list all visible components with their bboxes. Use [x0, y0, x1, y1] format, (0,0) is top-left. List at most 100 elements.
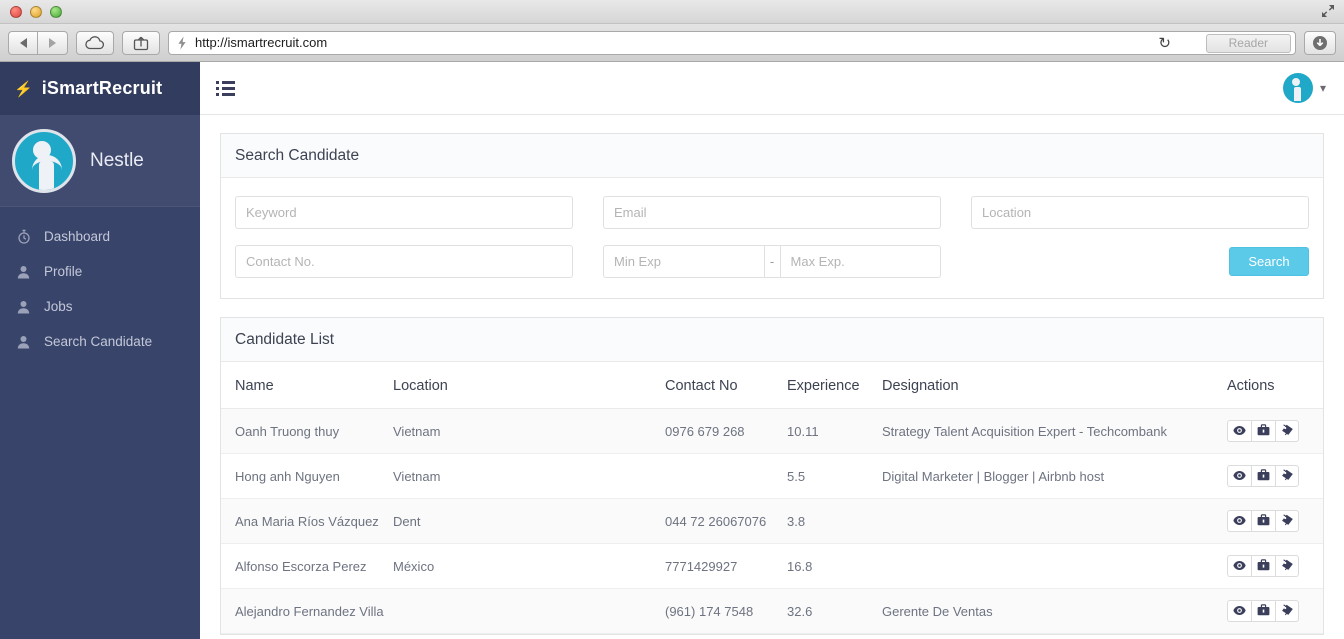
briefcase-action-button[interactable] — [1251, 420, 1275, 442]
url-text: http://ismartrecruit.com — [195, 35, 328, 50]
table-row[interactable]: Alfonso Escorza Perez México 7771429927 16.… — [221, 543, 1323, 589]
back-button[interactable] — [8, 30, 38, 55]
column-header-contact[interactable]: Contact No — [665, 362, 787, 409]
column-header-location[interactable]: Location — [393, 362, 665, 409]
icloud-tabs-button[interactable] — [76, 30, 114, 55]
tags-action-button[interactable] — [1275, 510, 1299, 532]
eye-icon — [1233, 514, 1246, 529]
cell-contact: 7771429927 — [665, 543, 787, 589]
cell-experience: 5.5 — [787, 453, 882, 499]
sidebar-item-profile[interactable]: Profile — [0, 254, 200, 289]
cell-location: Vietnam — [393, 408, 665, 454]
eye-action-button[interactable] — [1227, 465, 1251, 487]
sidebar-nav: Dashboard Profile Jobs Search Candidate — [0, 207, 200, 359]
share-button[interactable] — [122, 30, 160, 55]
navigation-buttons — [8, 30, 68, 55]
table-row[interactable]: Alejandro Fernandez Villa (961) 174 7548 3… — [221, 588, 1323, 634]
tags-action-button[interactable] — [1275, 420, 1299, 442]
eye-action-button[interactable] — [1227, 600, 1251, 622]
cell-experience: 16.8 — [787, 543, 882, 589]
column-header-experience[interactable]: Experience — [787, 362, 882, 409]
sidebar-item-label: Search Candidate — [44, 334, 153, 349]
eye-action-button[interactable] — [1227, 510, 1251, 532]
max-exp-input[interactable] — [779, 245, 942, 278]
eye-action-button[interactable] — [1227, 555, 1251, 577]
cell-name: Oanh Truong thuy — [221, 408, 393, 454]
topbar: ▾ — [200, 62, 1344, 115]
column-header-name[interactable]: Name — [221, 362, 393, 409]
briefcase-icon — [1257, 603, 1270, 619]
cell-contact: 0976 679 268 — [665, 408, 787, 454]
candidate-table: Name Location Contact No Experience Desi… — [221, 362, 1323, 634]
table-row[interactable]: Oanh Truong thuy Vietnam 0976 679 268 10.11… — [221, 408, 1323, 454]
user-menu[interactable]: ▾ — [1282, 73, 1326, 103]
reader-button[interactable]: Reader — [1205, 33, 1291, 53]
browser-titlebar — [0, 0, 1344, 24]
action-button-group — [1227, 555, 1309, 577]
close-window-button[interactable] — [10, 5, 22, 18]
email-input[interactable] — [603, 196, 941, 229]
downloads-button[interactable] — [1304, 30, 1336, 55]
briefcase-action-button[interactable] — [1251, 465, 1275, 487]
tags-action-button[interactable] — [1275, 600, 1299, 622]
cell-experience: 32.6 — [787, 588, 882, 634]
lightning-bolt-icon: ⚡ — [14, 80, 33, 98]
table-body: Oanh Truong thuy Vietnam 0976 679 268 10.11… — [221, 408, 1323, 634]
table-row[interactable]: Hong anh Nguyen Vietnam 5.5 Digital Markete… — [221, 453, 1323, 499]
candidate-list-title: Candidate List — [235, 330, 335, 348]
tags-icon — [1280, 603, 1294, 619]
cell-actions — [1227, 408, 1323, 454]
tags-action-button[interactable] — [1275, 465, 1299, 487]
table-row[interactable]: Ana Maria Ríos Vázquez Dent 044 72 2606707… — [221, 498, 1323, 544]
org-profile-block[interactable]: Nestle — [0, 115, 200, 207]
fullscreen-icon[interactable] — [1320, 3, 1336, 19]
column-header-designation[interactable]: Designation — [882, 362, 1227, 409]
window-controls — [0, 5, 62, 18]
browser-window: http://ismartrecruit.com ↻ Reader ⚡ iSma… — [0, 0, 1344, 639]
sidebar-item-label: Profile — [44, 264, 83, 279]
org-name: Nestle — [90, 149, 144, 171]
keyword-input[interactable] — [235, 196, 573, 229]
eye-action-button[interactable] — [1227, 420, 1251, 442]
action-button-group — [1227, 465, 1309, 487]
min-exp-input[interactable] — [603, 245, 765, 278]
tags-icon — [1280, 513, 1294, 529]
cell-contact: 044 72 26067076 — [665, 498, 787, 544]
location-field-wrap — [971, 196, 1309, 229]
cell-designation: Digital Marketer | Blogger | Airbnb host — [882, 453, 1227, 499]
location-input[interactable] — [971, 196, 1309, 229]
forward-button[interactable] — [38, 30, 68, 55]
cell-contact — [665, 453, 787, 499]
eye-icon — [1233, 424, 1246, 439]
page-title: Search Candidate — [235, 146, 360, 164]
sidebar-item-jobs[interactable]: Jobs — [0, 289, 200, 324]
briefcase-icon — [1257, 423, 1270, 439]
table-header-row: Name Location Contact No Experience Desi… — [221, 362, 1323, 409]
address-bar[interactable]: http://ismartrecruit.com ↻ Reader — [168, 30, 1296, 55]
search-button[interactable]: Search — [1229, 247, 1309, 276]
tags-action-button[interactable] — [1275, 555, 1299, 577]
briefcase-action-button[interactable] — [1251, 600, 1275, 622]
hamburger-list-icon[interactable] — [216, 80, 235, 96]
brand-header[interactable]: ⚡ iSmartRecruit — [0, 62, 200, 115]
cell-actions — [1227, 453, 1323, 499]
briefcase-action-button[interactable] — [1251, 510, 1275, 532]
sidebar-item-dashboard[interactable]: Dashboard — [0, 219, 200, 254]
contact-field-wrap — [235, 245, 573, 278]
user-avatar-icon — [12, 128, 76, 193]
tags-icon — [1280, 468, 1294, 484]
icloud-icon — [85, 35, 105, 49]
cell-name: Ana Maria Ríos Vázquez — [221, 498, 393, 544]
cell-actions — [1227, 588, 1323, 634]
minimize-window-button[interactable] — [30, 5, 42, 18]
contact-no-input[interactable] — [235, 245, 573, 278]
cell-actions — [1227, 498, 1323, 544]
cell-experience: 3.8 — [787, 498, 882, 544]
cell-location — [393, 588, 665, 634]
maximize-window-button[interactable] — [50, 5, 62, 18]
reload-icon[interactable]: ↻ — [1158, 34, 1171, 52]
sidebar-item-search-candidate[interactable]: Search Candidate — [0, 324, 200, 359]
briefcase-action-button[interactable] — [1251, 555, 1275, 577]
cell-designation: Strategy Talent Acquisition Expert - Tec… — [882, 408, 1227, 454]
cell-location: Dent — [393, 498, 665, 544]
